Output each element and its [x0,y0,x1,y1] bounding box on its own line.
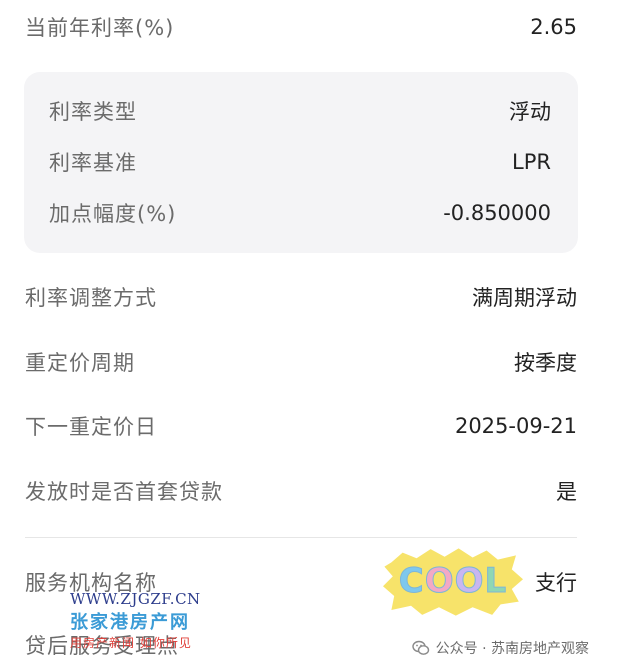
rate-base-value: LPR [512,150,551,174]
next-reprice-date-row: 下一重定价日 2025-09-21 [25,406,577,446]
first-home-row: 发放时是否首套贷款 是 [25,471,577,511]
reprice-cycle-value: 按季度 [514,351,577,375]
section-divider [25,537,577,538]
sticker-letter-l: L [484,561,508,602]
rate-type-row: 利率类型 浮动 [49,91,551,131]
adjust-method-label: 利率调整方式 [25,286,157,310]
rate-type-label: 利率类型 [49,100,137,124]
rate-spread-label: 加点幅度(%) [49,202,177,226]
site-watermark: WWW.ZJGZF.CN 张家港房产网 用房产新闻 如你所见 [70,590,220,651]
sticker-letter-o2: O [454,561,485,602]
service-org-value: 支行 [535,571,577,595]
current-rate-label: 当前年利率(%) [25,16,175,40]
rate-base-label: 利率基准 [49,151,137,175]
current-rate-row: 当前年利率(%) 2.65 [25,7,577,47]
reprice-cycle-row: 重定价周期 按季度 [25,342,577,382]
official-account-text: 公众号 · 苏南房地产观察 [435,641,589,657]
first-home-label: 发放时是否首套贷款 [25,480,223,504]
next-reprice-date-label: 下一重定价日 [25,415,157,439]
watermark-slogan: 用房产新闻 如你所见 [70,636,192,650]
official-account-tag: 公众号 · 苏南房地产观察 [411,636,589,660]
sticker-letter-o1: O [424,561,455,602]
watermark-url: WWW.ZJGZF.CN [70,590,201,608]
next-reprice-date-value: 2025-09-21 [454,414,577,438]
wechat-icon [411,639,430,657]
sticker-letter-c: C [398,561,425,602]
first-home-value: 是 [556,480,577,504]
rate-spread-value: -0.850000 [443,201,551,225]
current-rate-value: 2.65 [530,15,577,39]
reprice-cycle-label: 重定价周期 [25,351,135,375]
adjust-method-row: 利率调整方式 满周期浮动 [25,277,577,317]
watermark-name: 张家港房产网 [70,612,190,633]
rate-info-card: 利率类型 浮动 利率基准 LPR 加点幅度(%) -0.850000 [24,72,578,253]
rate-base-row: 利率基准 LPR [49,142,551,182]
rate-spread-row: 加点幅度(%) -0.850000 [49,193,551,233]
cool-sticker: COOL [383,547,523,617]
sticker-text: COOL [383,561,523,602]
rate-type-value: 浮动 [509,100,551,124]
adjust-method-value: 满周期浮动 [472,286,577,310]
